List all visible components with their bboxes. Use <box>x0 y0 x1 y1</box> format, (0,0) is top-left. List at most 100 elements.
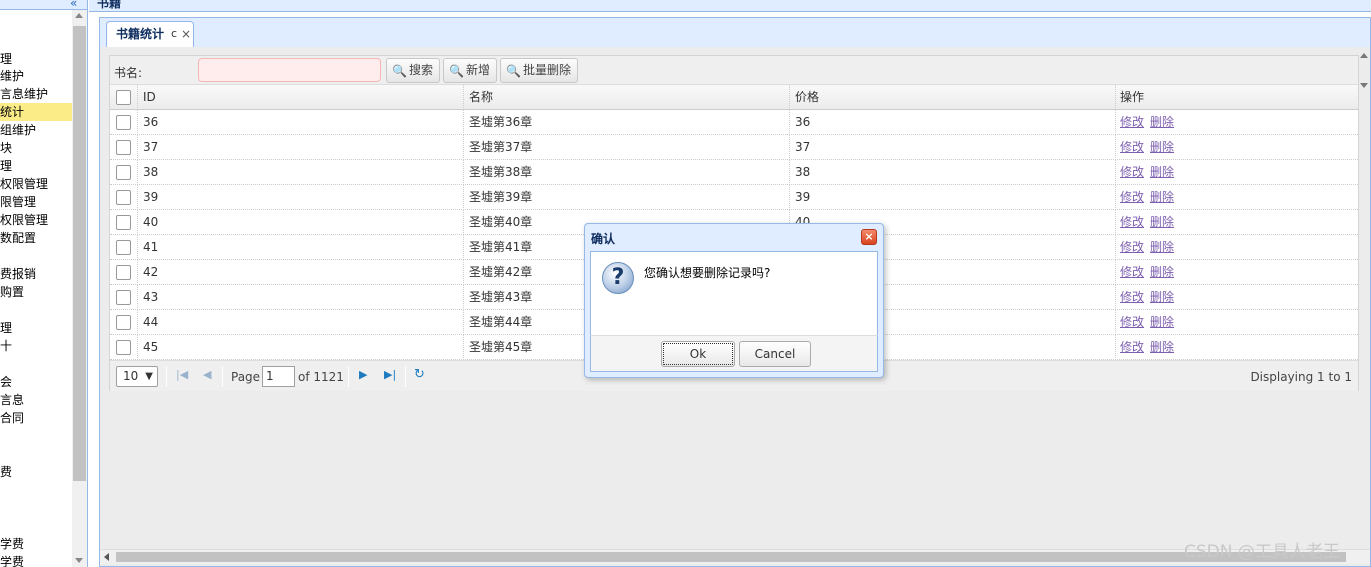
sidebar-item[interactable]: 合同 <box>0 409 72 427</box>
batch-delete-button[interactable]: 🔍 批量删除 <box>500 58 578 83</box>
column-header-price[interactable]: 价格 <box>790 85 1116 110</box>
sidebar-item[interactable]: 理 <box>0 319 72 337</box>
main-vertical-scrollbar[interactable] <box>1357 47 1371 550</box>
row-checkbox[interactable] <box>116 265 131 280</box>
sidebar-item[interactable]: 块 <box>0 139 72 157</box>
page-label: Page <box>231 370 261 384</box>
column-header-name[interactable]: 名称 <box>464 85 790 110</box>
edit-link[interactable]: 修改 <box>1120 340 1144 354</box>
cell-actions: 修改 删除 <box>1116 285 1358 310</box>
sidebar-item[interactable]: 学费 <box>0 553 72 567</box>
table-row[interactable]: 36 圣墟第36章 36 修改 删除 <box>110 110 1358 135</box>
cancel-button[interactable]: Cancel <box>739 341 811 367</box>
row-checkbox[interactable] <box>116 290 131 305</box>
question-icon: ? <box>602 262 634 294</box>
scroll-down-icon[interactable] <box>1360 83 1368 88</box>
sidebar-item[interactable]: 组维护 <box>0 121 72 139</box>
refresh-icon[interactable]: ↻ <box>414 367 425 382</box>
table-row[interactable]: 37 圣墟第37章 37 修改 删除 <box>110 135 1358 160</box>
scroll-up-icon[interactable] <box>1360 53 1368 58</box>
sidebar-item[interactable]: 言息维护 <box>0 85 72 103</box>
cell-name: 圣墟第39章 <box>464 185 790 210</box>
select-all-checkbox[interactable] <box>116 90 131 105</box>
search-button[interactable]: 🔍 搜索 <box>386 58 440 83</box>
delete-link[interactable]: 删除 <box>1150 215 1174 229</box>
sidebar-item[interactable]: 购置 <box>0 283 72 301</box>
row-checkbox[interactable] <box>116 115 131 130</box>
column-header-id[interactable]: ID <box>138 85 464 110</box>
edit-link[interactable]: 修改 <box>1120 315 1144 329</box>
table-row[interactable]: 39 圣墟第39章 39 修改 删除 <box>110 185 1358 210</box>
table-row[interactable]: 38 圣墟第38章 38 修改 删除 <box>110 160 1358 185</box>
delete-link[interactable]: 删除 <box>1150 340 1174 354</box>
cell-actions: 修改 删除 <box>1116 260 1358 285</box>
row-checkbox[interactable] <box>116 215 131 230</box>
collapse-icon[interactable]: « <box>70 0 77 10</box>
delete-link[interactable]: 删除 <box>1150 265 1174 279</box>
row-checkbox[interactable] <box>116 140 131 155</box>
last-page-icon[interactable]: ▶| <box>384 368 396 381</box>
scroll-down-icon[interactable] <box>75 558 83 563</box>
row-checkbox-cell <box>110 160 138 185</box>
sidebar-scroll-thumb[interactable] <box>73 26 86 481</box>
delete-link[interactable]: 删除 <box>1150 315 1174 329</box>
delete-link[interactable]: 删除 <box>1150 115 1174 129</box>
scroll-up-icon[interactable] <box>75 13 83 18</box>
horizontal-scroll-thumb[interactable] <box>116 552 1346 562</box>
sidebar-item[interactable]: 会 <box>0 373 72 391</box>
sidebar-item[interactable]: 数配置 <box>0 229 72 247</box>
cell-id: 44 <box>138 310 464 335</box>
next-page-icon[interactable]: ▶ <box>359 368 367 381</box>
close-icon[interactable]: × <box>861 229 877 245</box>
first-page-icon[interactable]: |◀ <box>176 368 188 381</box>
sidebar-item[interactable]: 权限管理 <box>0 175 72 193</box>
edit-link[interactable]: 修改 <box>1120 190 1144 204</box>
row-checkbox[interactable] <box>116 340 131 355</box>
edit-link[interactable]: 修改 <box>1120 165 1144 179</box>
sidebar-item[interactable]: 言息 <box>0 391 72 409</box>
search-icon: 🔍 <box>449 64 464 78</box>
edit-link[interactable]: 修改 <box>1120 140 1144 154</box>
close-icon[interactable]: × <box>181 22 191 46</box>
sidebar-item[interactable]: 十 <box>0 337 72 355</box>
refresh-icon[interactable]: c <box>171 22 177 46</box>
edit-link[interactable]: 修改 <box>1120 240 1144 254</box>
sidebar-item[interactable]: 统计 <box>0 103 72 121</box>
tab-book-statistics[interactable]: 书籍统计 c × <box>106 21 194 48</box>
sidebar-item[interactable]: 维护 <box>0 67 72 85</box>
delete-link[interactable]: 删除 <box>1150 190 1174 204</box>
book-name-input[interactable] <box>198 58 381 82</box>
add-button-label: 新增 <box>466 63 491 77</box>
sidebar-item[interactable]: 费报销 <box>0 265 72 283</box>
delete-link[interactable]: 删除 <box>1150 165 1174 179</box>
sidebar-item[interactable]: 限管理 <box>0 193 72 211</box>
page-size-select[interactable]: 10 ▼ <box>116 366 158 387</box>
edit-link[interactable]: 修改 <box>1120 215 1144 229</box>
delete-link[interactable]: 删除 <box>1150 140 1174 154</box>
delete-link[interactable]: 删除 <box>1150 290 1174 304</box>
row-checkbox[interactable] <box>116 315 131 330</box>
row-checkbox[interactable] <box>116 165 131 180</box>
row-checkbox[interactable] <box>116 240 131 255</box>
edit-link[interactable]: 修改 <box>1120 265 1144 279</box>
prev-page-icon[interactable]: ◀ <box>203 368 211 381</box>
search-button-label: 搜索 <box>409 63 434 77</box>
search-icon: 🔍 <box>506 64 521 78</box>
scroll-left-icon[interactable] <box>104 553 109 561</box>
sidebar-scrollbar[interactable] <box>72 10 87 567</box>
page-number-input[interactable]: 1 <box>262 366 295 387</box>
delete-link[interactable]: 删除 <box>1150 240 1174 254</box>
book-name-label: 书名: <box>114 66 143 80</box>
sidebar-item[interactable]: 理 <box>0 50 72 68</box>
main-horizontal-scrollbar[interactable] <box>100 549 1370 564</box>
ok-button[interactable]: Ok <box>661 341 735 367</box>
edit-link[interactable]: 修改 <box>1120 290 1144 304</box>
table-header: ID 名称 价格 操作 <box>110 85 1358 110</box>
add-button[interactable]: 🔍 新增 <box>443 58 497 83</box>
sidebar-item[interactable]: 权限管理 <box>0 211 72 229</box>
sidebar-item[interactable]: 理 <box>0 157 72 175</box>
sidebar-item[interactable]: 学费 <box>0 535 72 553</box>
sidebar-item[interactable]: 费 <box>0 463 72 481</box>
row-checkbox[interactable] <box>116 190 131 205</box>
edit-link[interactable]: 修改 <box>1120 115 1144 129</box>
